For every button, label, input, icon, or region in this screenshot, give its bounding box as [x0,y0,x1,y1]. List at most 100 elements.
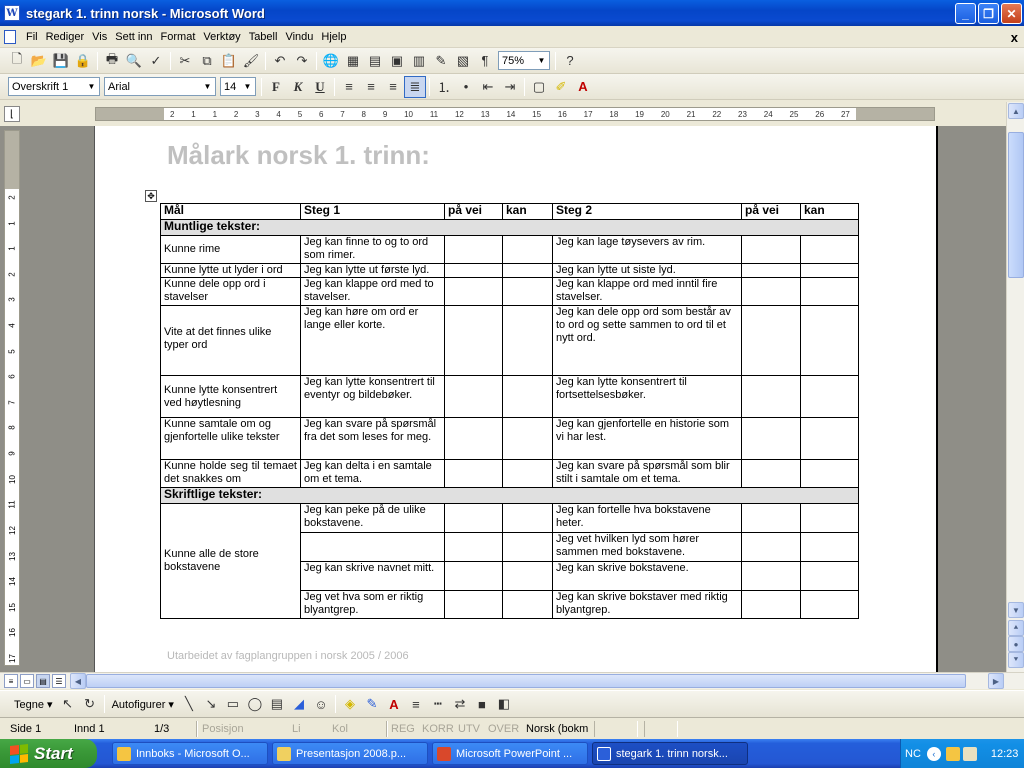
chevron-down-icon[interactable]: ▼ [201,79,214,94]
line-style-icon[interactable]: ≡ [405,693,427,715]
menu-file[interactable]: Fil [22,31,42,43]
bold-button[interactable]: F [265,76,287,98]
check-cell[interactable] [444,277,503,306]
text-box-icon[interactable]: ▤ [266,693,288,715]
check-cell[interactable] [741,235,801,264]
check-cell[interactable] [502,235,553,264]
permission-icon[interactable]: 🔒 [72,50,94,72]
check-cell[interactable] [444,503,503,533]
close-document-icon[interactable]: x [1011,30,1018,45]
step2-cell[interactable]: Jeg kan svare på spørsmål som blir stilt… [552,459,742,488]
taskbar-item-outlook[interactable]: Innboks - Microsoft O... [112,742,268,765]
step2-cell[interactable]: Jeg kan gjenfortelle en historie som vi … [552,417,742,460]
check-cell[interactable] [800,277,859,306]
clock[interactable]: 12:23 [991,748,1019,760]
section-written[interactable]: Skriftlige tekster: [160,487,859,504]
check-cell[interactable] [741,561,801,591]
menu-window[interactable]: Vindu [281,31,317,43]
vertical-scroll-thumb[interactable] [1008,132,1024,278]
fill-color-icon[interactable]: ◈ [339,693,361,715]
header-goal[interactable]: Mål [160,203,301,220]
step1-cell[interactable]: Jeg kan svare på spørsmål fra det som le… [300,417,445,460]
page-footer[interactable]: Utarbeidet av fagplangruppen i norsk 200… [167,650,409,662]
line-icon[interactable]: ╲ [178,693,200,715]
check-cell[interactable] [800,590,859,619]
select-objects-icon[interactable]: ↖ [57,693,79,715]
goal-cell[interactable]: Kunne rime [160,235,301,264]
clipart-icon[interactable]: ☺ [310,693,332,715]
chevron-down-icon[interactable]: ▼ [241,79,254,94]
step2-cell[interactable]: Jeg kan skrive bokstavene. [552,561,742,591]
check-cell[interactable] [444,305,503,376]
drawing-icon[interactable]: ✎ [430,50,452,72]
cut-icon[interactable]: ✂ [174,50,196,72]
font-size-select[interactable]: 14 ▼ [220,77,256,96]
maximize-button[interactable]: ❐ [978,3,999,24]
goal-cell[interactable]: Kunne holde seg til temaet det snakkes o… [160,459,301,488]
check-cell[interactable] [741,503,801,533]
check-cell[interactable] [800,561,859,591]
rotate-icon[interactable]: ↻ [79,693,101,715]
justify-icon[interactable]: ≣ [404,75,426,98]
header-progress1[interactable]: på vei [444,203,503,220]
help-icon[interactable]: ? [559,50,581,72]
step2-cell[interactable]: Jeg kan klappe ord med inntil fire stave… [552,277,742,306]
normal-view-icon[interactable]: ≡ [4,674,18,688]
check-cell[interactable] [444,375,503,418]
arrow-style-icon[interactable]: ⇄ [449,693,471,715]
taskbar-item-powerpoint[interactable]: Microsoft PowerPoint ... [432,742,588,765]
hyperlink-icon[interactable]: 🌐 [320,50,342,72]
save-icon[interactable]: 💾 [50,50,72,72]
goal-cell[interactable]: Vite at det finnes ulike typer ord [160,305,301,376]
tray-app-icon[interactable] [962,746,977,761]
check-cell[interactable] [444,561,503,591]
menu-edit[interactable]: Rediger [42,31,89,43]
check-cell[interactable] [741,459,801,488]
document-icon[interactable] [4,29,16,44]
step1-cell[interactable]: Jeg kan klappe ord med to stavelser. [300,277,445,306]
step1-cell[interactable]: Jeg vet hva som er riktig blyantgrep. [300,590,445,619]
check-cell[interactable] [444,590,503,619]
step2-cell[interactable]: Jeg kan skrive bokstaver med riktig blya… [552,590,742,619]
header-progress2[interactable]: på vei [741,203,801,220]
goal-cell[interactable]: Kunne alle de store bokstavene [160,503,301,619]
status-ovr[interactable]: OVER [488,721,519,737]
check-cell[interactable] [800,305,859,376]
horizontal-scrollbar[interactable]: ≡ ▭ ▤ ☰ ◀ ▶ [0,672,1024,689]
show-hide-icon[interactable]: ¶ [474,50,496,72]
check-cell[interactable] [741,532,801,562]
step2-cell[interactable]: Jeg vet hvilken lyd som hører sammen med… [552,532,742,562]
check-cell[interactable] [800,417,859,460]
copy-icon[interactable]: ⧉ [196,50,218,72]
font-color-icon[interactable]: A [383,693,405,715]
language-indicator[interactable]: NC [905,748,921,760]
outline-view-icon[interactable]: ☰ [52,674,66,688]
status-trk[interactable]: KORR [422,721,454,737]
check-cell[interactable] [502,277,553,306]
decrease-indent-icon[interactable]: ⇤ [477,76,499,98]
font-select[interactable]: Arial ▼ [104,77,216,96]
section-oral[interactable]: Muntlige tekster: [160,219,859,236]
goal-cell[interactable]: Kunne dele opp ord i stavelser [160,277,301,306]
check-cell[interactable] [741,277,801,306]
goal-cell[interactable]: Kunne lytte ut lyder i ord [160,263,301,278]
3d-icon[interactable]: ◧ [493,693,515,715]
check-cell[interactable] [800,459,859,488]
step1-cell[interactable]: Jeg kan lytte ut første lyd. [300,263,445,278]
document-page[interactable]: Målark norsk 1. trinn: ✥ Mål Steg 1 på v… [94,126,938,672]
check-cell[interactable] [741,263,801,278]
check-cell[interactable] [502,561,553,591]
undo-icon[interactable]: ↶ [269,50,291,72]
menu-tools[interactable]: Verktøy [199,31,244,43]
check-cell[interactable] [444,459,503,488]
table-move-handle-icon[interactable]: ✥ [145,190,157,202]
check-cell[interactable] [502,417,553,460]
zoom-select[interactable]: 75% ▼ [498,51,550,70]
scroll-up-icon[interactable]: ▲ [1008,103,1024,119]
goal-cell[interactable]: Kunne lytte konsentrert ved høytlesning [160,375,301,418]
borders-icon[interactable]: ▢ [528,76,550,98]
check-cell[interactable] [444,235,503,264]
open-folder-icon[interactable]: 📂 [28,50,50,72]
goal-table[interactable]: Mål Steg 1 på vei kan Steg 2 på vei kan … [160,203,859,619]
word-app-icon[interactable]: W [4,5,20,21]
